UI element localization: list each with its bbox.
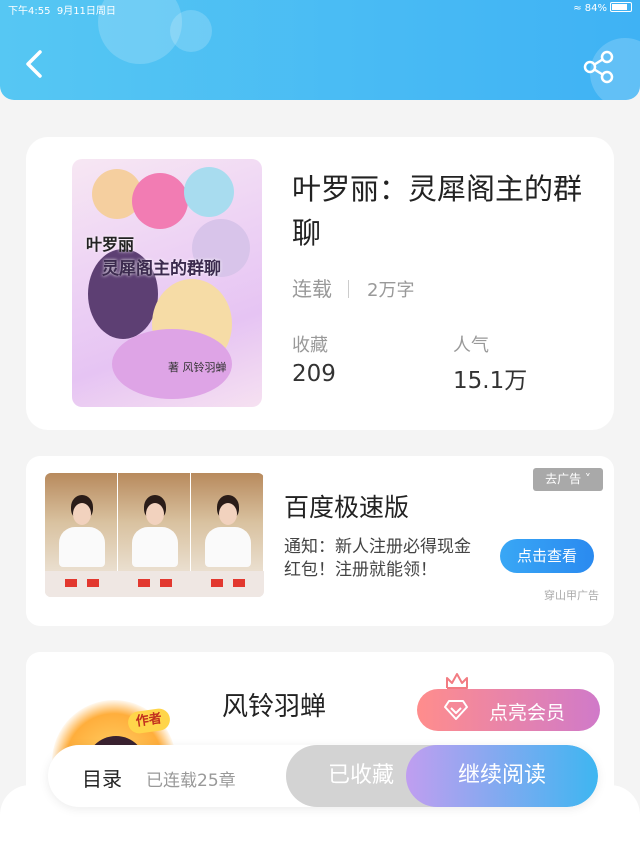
divider — [348, 280, 349, 298]
status-battery: 84% — [584, 3, 607, 14]
ad-source-label: 穿山甲广告 — [544, 589, 599, 602]
book-word-count: 2万字 — [367, 280, 415, 301]
ad-image[interactable] — [45, 473, 264, 597]
book-cover[interactable]: 叶罗丽 灵犀阁主的群聊 著 风铃羽蝉 — [72, 159, 262, 407]
book-meta: 连载 2万字 — [292, 273, 414, 302]
cover-title: 叶罗丽 — [86, 235, 135, 254]
status-bar: 下午4:55 9月11日周日 ≈ 84% — [8, 2, 632, 17]
popularity-value: 15.1万 — [453, 368, 528, 394]
bottom-action-bar: 目录 已连载25章 已收藏 继续阅读 — [48, 745, 598, 807]
ad-card[interactable]: 百度极速版 通知：新人注册必得现金红包！注册就能领！ 去广告 ˅ 点击查看 穿山… — [26, 456, 614, 626]
popularity-label: 人气 — [453, 335, 489, 356]
cover-author: 著 风铃羽蝉 — [168, 361, 227, 374]
book-status: 连载 — [292, 277, 332, 301]
vip-button-label: 点亮会员 — [489, 702, 566, 724]
remove-ad-button[interactable]: 去广告 ˅ — [533, 468, 603, 491]
header-bar: 下午4:55 9月11日周日 ≈ 84% — [0, 0, 640, 100]
toc-button[interactable]: 目录 — [82, 763, 122, 792]
battery-icon — [610, 2, 632, 12]
activate-vip-button[interactable]: 点亮会员 — [417, 689, 600, 731]
author-name: 风铃羽蝉 — [222, 692, 327, 722]
status-date: 9月11日周日 — [56, 6, 116, 17]
cover-subtitle: 灵犀阁主的群聊 — [102, 259, 221, 279]
decor-bubble — [170, 10, 212, 52]
ad-view-button[interactable]: 点击查看 — [500, 539, 594, 573]
wifi-icon: ≈ — [573, 3, 582, 14]
share-icon[interactable] — [582, 50, 616, 84]
ad-description: 通知：新人注册必得现金红包！注册就能领！ — [284, 537, 471, 580]
back-icon[interactable] — [22, 46, 46, 82]
favorites-value: 209 — [292, 361, 336, 387]
status-time: 下午4:55 — [8, 6, 51, 17]
chapter-count[interactable]: 已连载25章 — [146, 766, 236, 791]
favorites-label: 收藏 — [292, 335, 328, 356]
diamond-icon — [444, 700, 468, 720]
continue-reading-button[interactable]: 继续阅读 — [406, 745, 598, 807]
ad-title: 百度极速版 — [284, 493, 410, 522]
book-info-card: 叶罗丽 灵犀阁主的群聊 著 风铃羽蝉 叶罗丽：灵犀阁主的群聊 连载 2万字 收藏 … — [26, 137, 614, 430]
book-title: 叶罗丽：灵犀阁主的群聊 — [292, 172, 583, 250]
